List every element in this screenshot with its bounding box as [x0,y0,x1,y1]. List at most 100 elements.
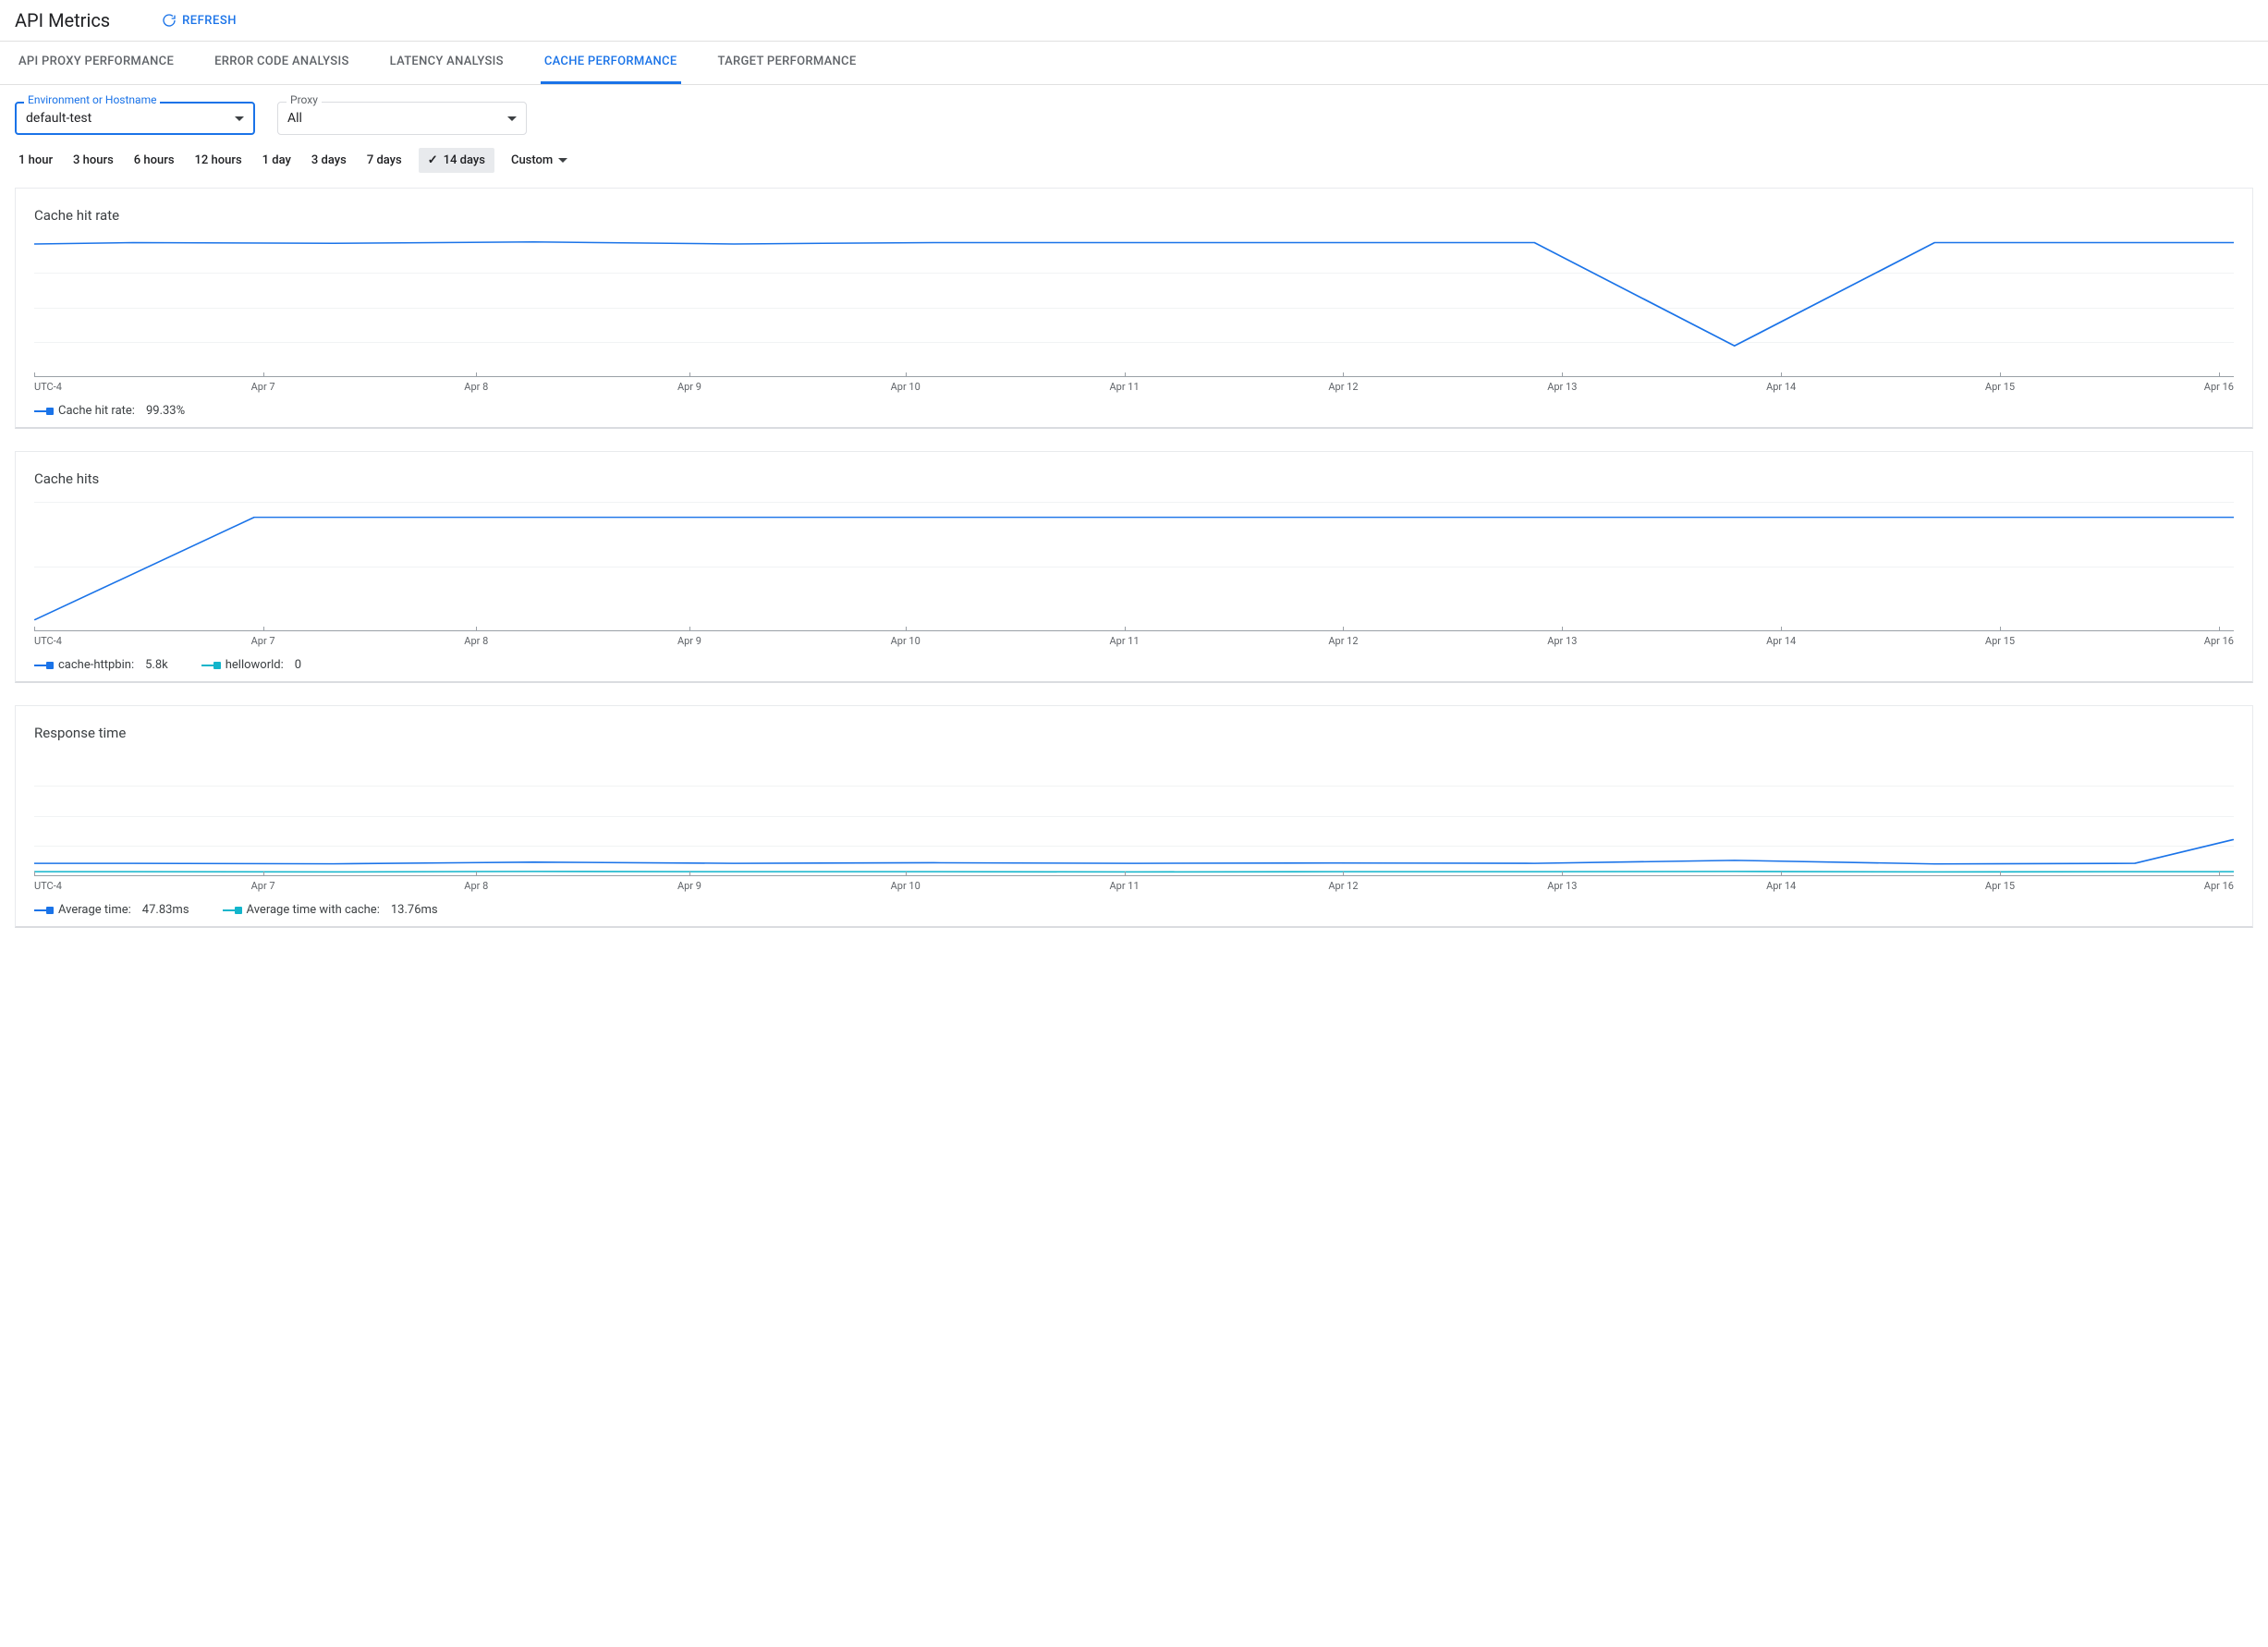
x-tick: Apr 8 [464,635,488,647]
time-range-picker: 1 hour 3 hours 6 hours 12 hours 1 day 3 … [0,144,2268,188]
filters-row: Environment or Hostname default-test Pro… [0,85,2268,144]
proxy-select-value: All [287,111,302,126]
legend-item-helloworld[interactable]: helloworld: 0 [201,658,301,672]
time-range-1-day[interactable]: 1 day [259,148,295,173]
tab-latency-analysis[interactable]: LATENCY ANALYSIS [386,42,507,84]
legend-label: Average time: [58,903,131,917]
x-tick: Apr 7 [251,381,275,393]
x-tick: Apr 13 [1547,880,1577,892]
x-tick: Apr 14 [1766,381,1796,393]
legend-item-cache-hit-rate[interactable]: Cache hit rate: 99.33% [34,404,185,418]
refresh-label: REFRESH [182,14,237,28]
x-tick: Apr 12 [1328,635,1358,647]
tab-error-code-analysis[interactable]: ERROR CODE ANALYSIS [211,42,353,84]
chart-response-time [34,756,2234,876]
x-tick: Apr 10 [891,880,921,892]
refresh-button[interactable]: REFRESH [154,7,244,33]
x-tick: Apr 10 [891,381,921,393]
time-range-custom[interactable]: Custom [507,148,571,173]
chevron-down-icon [235,116,244,121]
time-range-12-hours[interactable]: 12 hours [191,148,246,173]
legend: cache-httpbin: 5.8k helloworld: 0 [34,654,2234,672]
x-tick: Apr 9 [677,381,701,393]
proxy-select[interactable]: Proxy All [277,102,527,135]
x-tick: Apr 7 [251,635,275,647]
time-range-3-hours[interactable]: 3 hours [69,148,117,173]
tab-api-proxy-performance[interactable]: API PROXY PERFORMANCE [15,42,177,84]
environment-select-value: default-test [26,111,91,126]
x-tick: Apr 13 [1547,635,1577,647]
legend-value: 99.33% [146,404,185,418]
time-range-14-days[interactable]: ✓ 14 days [419,148,494,173]
legend-label: Average time with cache: [247,903,380,917]
legend-swatch-icon [34,410,51,412]
legend-value: 5.8k [145,658,168,672]
proxy-select-label: Proxy [287,93,322,106]
x-tick: Apr 10 [891,635,921,647]
legend-label: Cache hit rate: [58,404,135,418]
page-header: API Metrics REFRESH [0,0,2268,42]
time-range-selected-label: 14 days [444,153,485,167]
chevron-down-icon [558,158,567,163]
x-tick: Apr 14 [1766,635,1796,647]
chart-cache-hit-rate [34,238,2234,377]
legend-value: 13.76ms [391,903,438,917]
refresh-icon [162,13,177,28]
chevron-down-icon [507,116,517,121]
time-range-6-hours[interactable]: 6 hours [130,148,178,173]
legend-item-cache-httpbin[interactable]: cache-httpbin: 5.8k [34,658,168,672]
x-axis: UTC-4 Apr 7 Apr 8 Apr 9 Apr 10 Apr 11 Ap… [34,880,2234,892]
x-tick: Apr 8 [464,880,488,892]
time-range-7-days[interactable]: 7 days [363,148,406,173]
x-tick: Apr 16 [2204,635,2234,647]
x-axis: UTC-4 Apr 7 Apr 8 Apr 9 Apr 10 Apr 11 Ap… [34,381,2234,393]
legend-item-average-time[interactable]: Average time: 47.83ms [34,903,189,917]
x-tick: Apr 14 [1766,880,1796,892]
x-tick: Apr 9 [677,635,701,647]
x-axis: UTC-4 Apr 7 Apr 8 Apr 9 Apr 10 Apr 11 Ap… [34,635,2234,647]
tab-target-performance[interactable]: TARGET PERFORMANCE [714,42,860,84]
panel-title: Cache hits [34,470,2234,487]
panel-response-time: Response time UTC-4 Apr 7 Apr 8 Apr 9 Ap… [15,705,2253,928]
time-range-custom-label: Custom [511,153,553,167]
x-tick: Apr 13 [1547,381,1577,393]
x-tick: Apr 9 [677,880,701,892]
environment-select-label: Environment or Hostname [24,93,160,106]
time-range-3-days[interactable]: 3 days [308,148,350,173]
panel-title: Response time [34,725,2234,741]
legend-value: 47.83ms [142,903,189,917]
x-tick: Apr 8 [464,381,488,393]
legend-swatch-icon [34,909,51,911]
tab-cache-performance[interactable]: CACHE PERFORMANCE [541,42,681,84]
legend: Average time: 47.83ms Average time with … [34,899,2234,917]
x-tick: Apr 16 [2204,381,2234,393]
legend-label: helloworld: [226,658,284,672]
page-title: API Metrics [15,9,110,31]
panel-cache-hits: Cache hits UTC-4 Apr 7 Apr 8 Apr 9 Apr 1… [15,451,2253,683]
x-tick: Apr 11 [1109,381,1139,393]
x-tick-tz: UTC-4 [34,381,62,393]
panel-cache-hit-rate: Cache hit rate UTC-4 Apr 7 Apr 8 Apr 9 A… [15,188,2253,429]
legend: Cache hit rate: 99.33% [34,400,2234,418]
x-tick: Apr 15 [1985,635,2015,647]
x-tick: Apr 15 [1985,381,2015,393]
time-range-1-hour[interactable]: 1 hour [15,148,56,173]
legend-item-average-time-with-cache[interactable]: Average time with cache: 13.76ms [223,903,438,917]
x-tick: Apr 11 [1109,880,1139,892]
x-tick: Apr 15 [1985,880,2015,892]
check-icon: ✓ [428,153,438,167]
x-tick: Apr 11 [1109,635,1139,647]
chart-cache-hits [34,502,2234,631]
x-tick-tz: UTC-4 [34,880,62,892]
x-tick: Apr 16 [2204,880,2234,892]
legend-swatch-icon [201,665,218,666]
x-tick: Apr 12 [1328,880,1358,892]
legend-value: 0 [295,658,301,672]
tabs-bar: API PROXY PERFORMANCE ERROR CODE ANALYSI… [0,42,2268,85]
legend-swatch-icon [223,909,239,911]
legend-swatch-icon [34,665,51,666]
x-tick: Apr 12 [1328,381,1358,393]
environment-select[interactable]: Environment or Hostname default-test [15,102,255,135]
panel-title: Cache hit rate [34,207,2234,224]
x-tick-tz: UTC-4 [34,635,62,647]
